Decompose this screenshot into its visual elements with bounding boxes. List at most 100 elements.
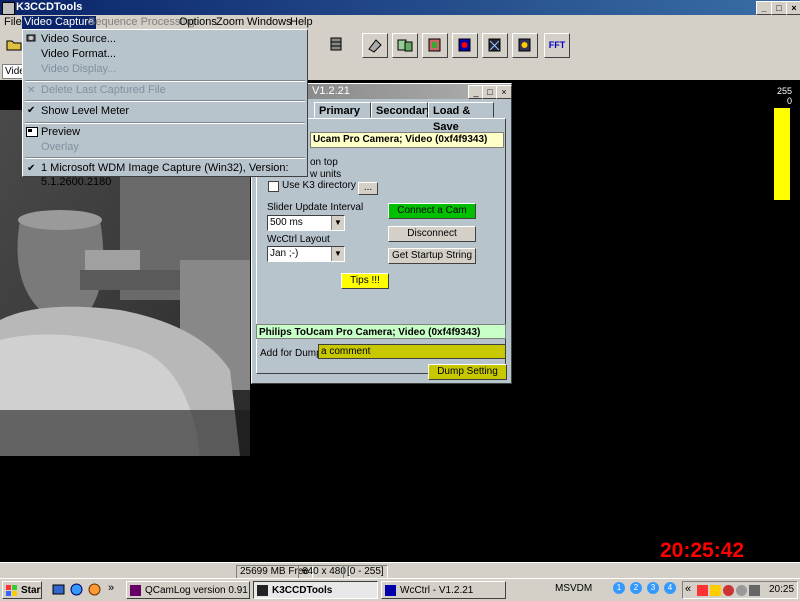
status-bar: 25699 MB Free 640 x 480 [0 - 255]	[0, 562, 800, 579]
dump-setting-button[interactable]: Dump Setting	[428, 364, 507, 380]
meter-bar	[774, 108, 790, 200]
menu-separator	[25, 122, 305, 124]
tray-clock[interactable]: 20:25	[769, 584, 794, 595]
menu-overlay[interactable]: Overlay	[41, 140, 79, 154]
meter-max: 255	[776, 86, 792, 96]
desktop-3-button[interactable]: 3	[647, 582, 659, 594]
sequence-button[interactable]	[324, 33, 350, 58]
system-tray: « 20:25	[682, 581, 798, 599]
tips-button[interactable]: Tips !!!	[341, 273, 389, 289]
menu-bar: File Video Capture Sequence Processing O…	[0, 15, 800, 30]
filmstrip-icon	[330, 37, 342, 51]
desktop-1-button[interactable]: 1	[613, 582, 625, 594]
preview-icon	[26, 127, 38, 137]
slider-interval-select[interactable]: 500 ms ▼	[267, 215, 345, 231]
level-meter: 255 0	[772, 86, 792, 200]
tray-app-icon[interactable]	[723, 585, 734, 596]
quicklaunch-chevron[interactable]: »	[108, 582, 114, 594]
minimize-button[interactable]: _	[756, 1, 772, 15]
k3-directory-label: Use K3 directory	[282, 180, 356, 191]
tray-app-icon[interactable]	[710, 585, 721, 596]
fft-label: FFT	[548, 40, 566, 50]
tool-filter-button[interactable]	[482, 33, 508, 58]
slider-interval-value: 500 ms	[270, 217, 303, 228]
start-button[interactable]: Start	[2, 581, 42, 599]
layout-label: WcCtrl Layout	[267, 234, 330, 245]
menu-help[interactable]: Help	[288, 16, 315, 29]
connect-cam-button[interactable]: Connect a Cam	[388, 203, 476, 219]
k3-directory-checkbox[interactable]	[268, 181, 279, 192]
tool-rotate-button[interactable]	[362, 33, 388, 58]
target-icon	[458, 38, 471, 52]
task-wcctrl-label: WcCtrl - V1.2.21	[400, 585, 474, 596]
close-button[interactable]: ×	[786, 1, 800, 15]
option-on-top-label: on top	[310, 157, 338, 168]
wcctrl-close-button[interactable]: ×	[496, 85, 512, 99]
menu-zoom[interactable]: Zoom	[214, 16, 246, 29]
disconnect-button[interactable]: Disconnect	[388, 226, 476, 242]
get-startup-string-button[interactable]: Get Startup String	[388, 248, 476, 264]
tab-load-save[interactable]: Load & Save	[428, 102, 494, 133]
k3ccdtools-icon	[257, 585, 268, 596]
align-frames-icon	[397, 39, 413, 52]
folder-icon	[6, 40, 22, 51]
desktop-4-button[interactable]: 4	[664, 582, 676, 594]
task-wcctrl[interactable]: WcCtrl - V1.2.21	[381, 581, 506, 599]
fft-button[interactable]: FFT	[544, 33, 570, 58]
window-title: K3CCDTools	[16, 1, 83, 13]
slider-interval-label: Slider Update Interval	[267, 202, 364, 213]
menu-separator	[25, 100, 305, 102]
desktop-2-button[interactable]: 2	[630, 582, 642, 594]
task-qcamlog[interactable]: QCamLog version 0.91 (B...	[126, 581, 250, 599]
title-bar: K3CCDTools _ □ ×	[0, 0, 800, 15]
tool-process-button[interactable]	[512, 33, 538, 58]
tool-align-button[interactable]	[392, 33, 418, 58]
media-player-icon[interactable]	[88, 583, 101, 596]
menu-separator	[25, 157, 305, 159]
maximize-button[interactable]: □	[771, 1, 787, 15]
tab-secondary[interactable]: Secondary	[371, 102, 432, 118]
video-capture-menu: Video Source... Video Format... Video Di…	[22, 29, 308, 188]
layout-select[interactable]: Jan ;-) ▼	[267, 246, 345, 262]
menu-windows[interactable]: Windows	[245, 16, 294, 29]
taskbar: Start » QCamLog version 0.91 (B... K3CCD…	[0, 578, 800, 601]
tool-mark-button[interactable]	[452, 33, 478, 58]
webcam-icon	[26, 33, 38, 43]
tool-stack-button[interactable]	[422, 33, 448, 58]
tray-app-icon[interactable]	[736, 585, 747, 596]
menu-delete-last-captured[interactable]: Delete Last Captured File	[41, 83, 166, 97]
tab-primary[interactable]: Primary	[314, 102, 371, 118]
option-raw-units-label: w units	[310, 169, 342, 180]
menu-separator	[25, 80, 305, 82]
menu-capture-driver[interactable]: 1 Microsoft WDM Image Capture (Win32), V…	[41, 161, 307, 188]
menu-video-format[interactable]: Video Format...	[41, 47, 116, 61]
filter-icon	[488, 38, 501, 52]
chevron-down-icon: ▼	[331, 216, 344, 230]
rotate-frames-icon	[368, 39, 382, 53]
task-k3ccdtools-label: K3CCDTools	[272, 585, 333, 596]
menu-video-display[interactable]: Video Display...	[41, 62, 116, 76]
checkmark-icon: ✔	[27, 105, 36, 116]
meter-min: 0	[786, 96, 792, 106]
qcamlog-icon	[130, 585, 141, 596]
menu-video-source[interactable]: Video Source...	[41, 32, 116, 46]
show-desktop-icon[interactable]	[52, 583, 65, 596]
checkmark-icon: ✔	[27, 163, 36, 174]
app-icon[interactable]	[2, 2, 15, 15]
task-k3ccdtools[interactable]: K3CCDTools	[253, 581, 378, 599]
msvdm-label: MSVDM	[555, 583, 593, 594]
speaker-icon[interactable]	[749, 585, 760, 596]
tray-chevron[interactable]: «	[685, 583, 691, 595]
menu-video-capture[interactable]: Video Capture	[22, 16, 97, 29]
dump-comment-input[interactable]: a comment	[318, 344, 506, 359]
stack-frames-icon	[428, 38, 441, 52]
start-label: Start	[21, 585, 42, 596]
menu-show-level-meter[interactable]: Show Level Meter	[41, 104, 129, 118]
tray-app-icon[interactable]	[697, 585, 708, 596]
menu-file[interactable]: File	[2, 16, 24, 29]
browse-button[interactable]: ...	[358, 182, 378, 195]
windows-logo-icon	[6, 585, 17, 596]
menu-options[interactable]: Options	[177, 16, 219, 29]
menu-preview[interactable]: Preview	[41, 125, 80, 139]
browser-icon[interactable]	[70, 583, 83, 596]
